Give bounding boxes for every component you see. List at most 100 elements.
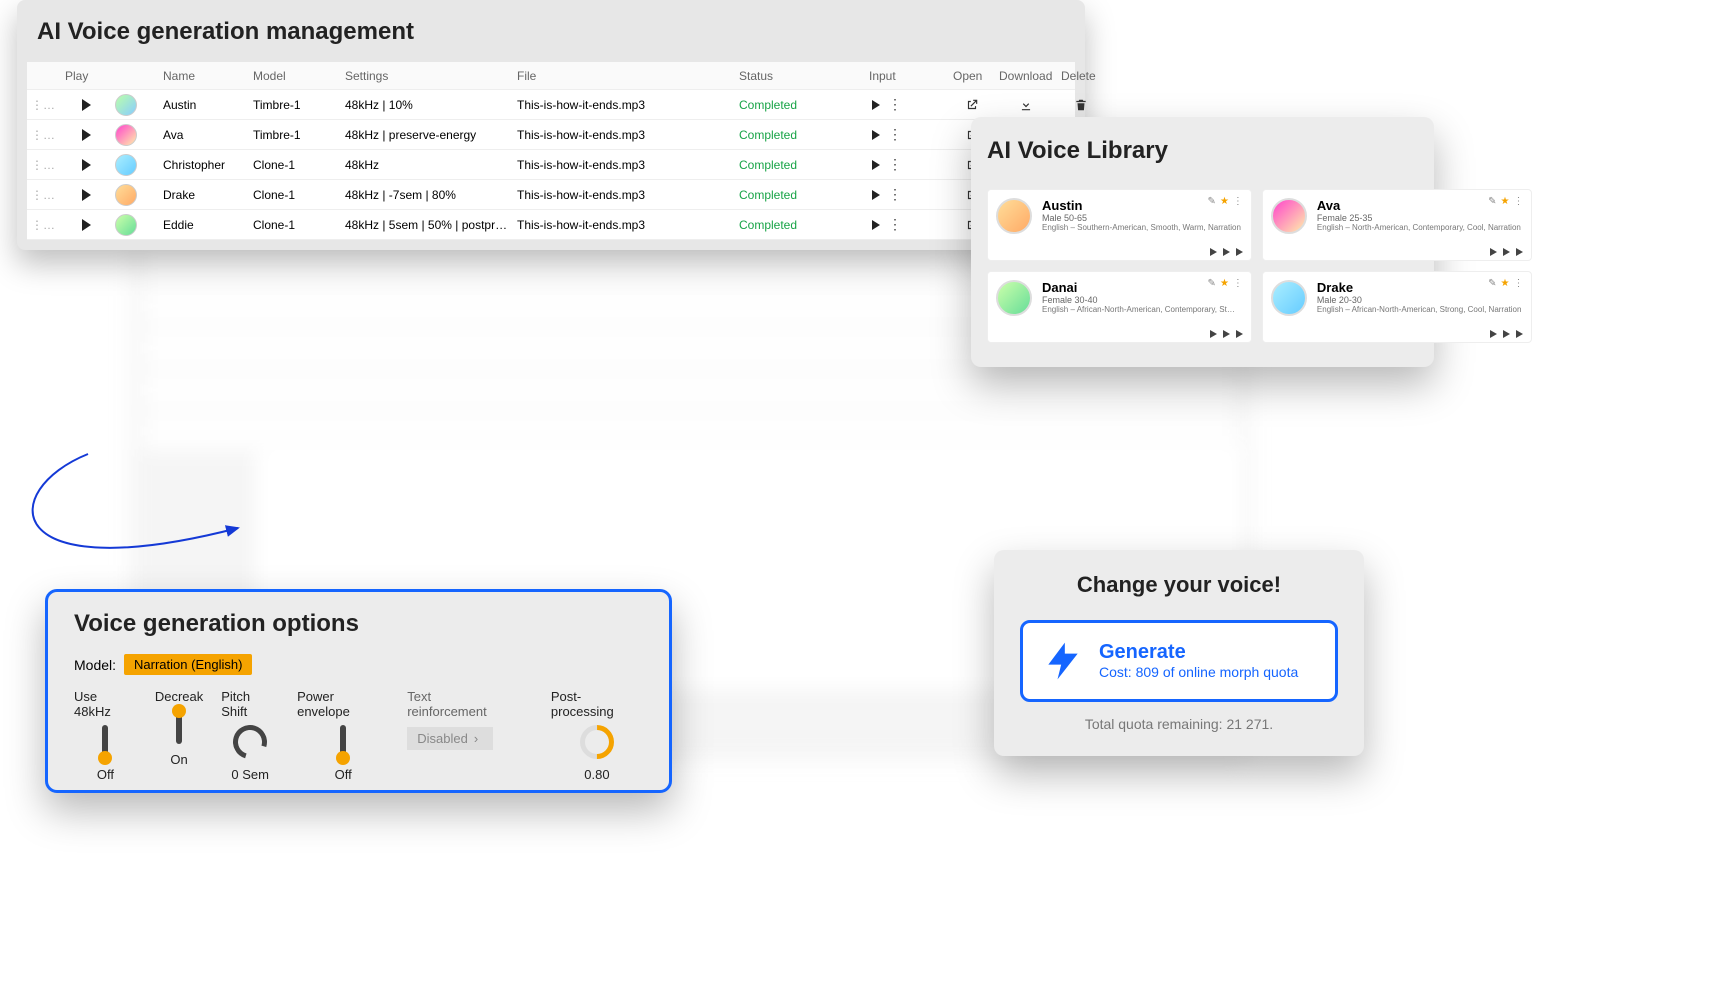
row-name: Drake [159, 188, 249, 202]
drag-handle-icon[interactable]: ⋮⋮ 1 [27, 98, 61, 112]
col-input: Input [865, 69, 909, 83]
row-settings: 48kHz [341, 158, 513, 172]
model-label: Model: [74, 657, 116, 673]
generate-cost: Cost: 809 of online morph quota [1099, 664, 1298, 682]
row-file: This-is-how-it-ends.mp3 [513, 218, 735, 232]
voice-library-title: AI Voice Library [987, 137, 1418, 165]
text-reinforcement-control[interactable]: Text reinforcement Disabled › [407, 689, 513, 750]
slider-icon [340, 725, 346, 759]
more-icon[interactable]: ⋮ [1513, 278, 1523, 289]
more-icon[interactable]: ⋮ [1233, 278, 1243, 289]
row-file: This-is-how-it-ends.mp3 [513, 188, 735, 202]
decreak-control[interactable]: Decreak On [155, 689, 203, 767]
row-status: Completed [735, 218, 865, 232]
voice-preview-buttons[interactable] [1490, 248, 1523, 256]
voice-card[interactable]: ✎★⋮DanaiFemale 30-40English – African-No… [987, 271, 1252, 343]
table-row: ⋮⋮ 4 DrakeClone-148kHz | -7sem | 80%This-… [27, 180, 1075, 210]
edit-icon[interactable]: ✎ [1208, 278, 1216, 289]
voice-card[interactable]: ✎★⋮AvaFemale 25-35English – North-Americ… [1262, 189, 1533, 261]
voice-meta: Female 30-40 [1042, 295, 1241, 305]
voice-options-title: Voice generation options [74, 610, 643, 638]
star-icon[interactable]: ★ [1500, 278, 1509, 289]
drag-handle-icon[interactable]: ⋮⋮ 4 [27, 188, 61, 202]
play-button[interactable] [82, 99, 91, 111]
col-open: Open [949, 69, 995, 83]
row-input-player[interactable]: ⋮ [865, 156, 909, 173]
row-model: Clone-1 [249, 158, 341, 172]
star-icon[interactable]: ★ [1220, 196, 1229, 207]
delete-button[interactable] [1057, 98, 1105, 112]
edit-icon[interactable]: ✎ [1488, 278, 1496, 289]
avatar [996, 280, 1032, 316]
voice-card[interactable]: ✎★⋮AustinMale 50-65English – Southern-Am… [987, 189, 1252, 261]
row-input-player[interactable]: ⋮ [865, 126, 909, 143]
row-name: Christopher [159, 158, 249, 172]
generate-label: Generate [1099, 641, 1298, 664]
row-input-player[interactable]: ⋮ [865, 96, 909, 113]
star-icon[interactable]: ★ [1500, 196, 1509, 207]
avatar [115, 124, 137, 146]
voice-preview-buttons[interactable] [1210, 330, 1243, 338]
play-button[interactable] [82, 159, 91, 171]
more-icon[interactable]: ⋮ [1233, 196, 1243, 207]
voice-description: English – African-North-American, Contem… [1042, 305, 1241, 314]
row-input-player[interactable]: ⋮ [865, 186, 909, 203]
use-48khz-control[interactable]: Use 48kHz Off [74, 689, 137, 782]
row-name: Austin [159, 98, 249, 112]
col-delete: Delete [1057, 69, 1105, 83]
row-file: This-is-how-it-ends.mp3 [513, 98, 735, 112]
text-reinforcement-button[interactable]: Disabled › [407, 727, 493, 750]
row-model: Timbre-1 [249, 98, 341, 112]
drag-handle-icon[interactable]: ⋮⋮ 5 [27, 218, 61, 232]
voice-management-table: Play Name Model Settings File Status Inp… [27, 62, 1075, 240]
row-status: Completed [735, 98, 865, 112]
play-button[interactable] [82, 219, 91, 231]
row-status: Completed [735, 128, 865, 142]
table-row: ⋮⋮ 5EddieClone-148kHz | 5sem | 50% | pos… [27, 210, 1075, 240]
play-button[interactable] [82, 129, 91, 141]
voice-preview-buttons[interactable] [1210, 248, 1243, 256]
post-processing-control[interactable]: Post-processing 0.80 [551, 689, 643, 782]
dial-icon [573, 718, 621, 766]
row-model: Clone-1 [249, 188, 341, 202]
star-icon[interactable]: ★ [1220, 278, 1229, 289]
voice-meta: Male 20-30 [1317, 295, 1522, 305]
dial-icon [227, 719, 273, 765]
pitch-shift-control[interactable]: Pitch Shift 0 Sem [221, 689, 279, 782]
col-model: Model [249, 69, 341, 83]
row-model: Clone-1 [249, 218, 341, 232]
avatar [115, 94, 137, 116]
drag-handle-icon[interactable]: ⋮⋮ 2 [27, 128, 61, 142]
generate-button[interactable]: Generate Cost: 809 of online morph quota [1020, 620, 1338, 702]
edit-icon[interactable]: ✎ [1208, 196, 1216, 207]
model-selector[interactable]: Narration (English) [124, 654, 252, 675]
power-envelope-control[interactable]: Power envelope Off [297, 689, 389, 782]
col-status: Status [735, 69, 865, 83]
row-status: Completed [735, 158, 865, 172]
generate-title: Change your voice! [1020, 572, 1338, 598]
voice-description: English – African-North-American, Strong… [1317, 305, 1522, 314]
row-input-player[interactable]: ⋮ [865, 216, 909, 233]
voice-options-panel: Voice generation options Model: Narratio… [45, 589, 672, 793]
generate-panel: Change your voice! Generate Cost: 809 of… [994, 550, 1364, 756]
voice-description: English – North-American, Contemporary, … [1317, 223, 1522, 232]
voice-library-panel: AI Voice Library ✎★⋮AustinMale 50-65Engl… [971, 117, 1434, 367]
open-button[interactable] [949, 98, 995, 112]
more-icon[interactable]: ⋮ [1513, 196, 1523, 207]
edit-icon[interactable]: ✎ [1488, 196, 1496, 207]
col-download: Download [995, 69, 1057, 83]
avatar [1271, 280, 1307, 316]
voice-management-title: AI Voice generation management [37, 18, 1075, 46]
row-file: This-is-how-it-ends.mp3 [513, 158, 735, 172]
quota-remaining: Total quota remaining: 21 271. [1020, 716, 1338, 732]
voice-meta: Male 50-65 [1042, 213, 1241, 223]
row-file: This-is-how-it-ends.mp3 [513, 128, 735, 142]
download-button[interactable] [995, 98, 1057, 112]
play-button[interactable] [82, 189, 91, 201]
voice-preview-buttons[interactable] [1490, 330, 1523, 338]
voice-card[interactable]: ✎★⋮DrakeMale 20-30English – African-Nort… [1262, 271, 1533, 343]
drag-handle-icon[interactable]: ⋮⋮ 3 [27, 158, 61, 172]
voice-description: English – Southern-American, Smooth, War… [1042, 223, 1241, 232]
avatar [996, 198, 1032, 234]
row-settings: 48kHz | -7sem | 80% [341, 188, 513, 202]
